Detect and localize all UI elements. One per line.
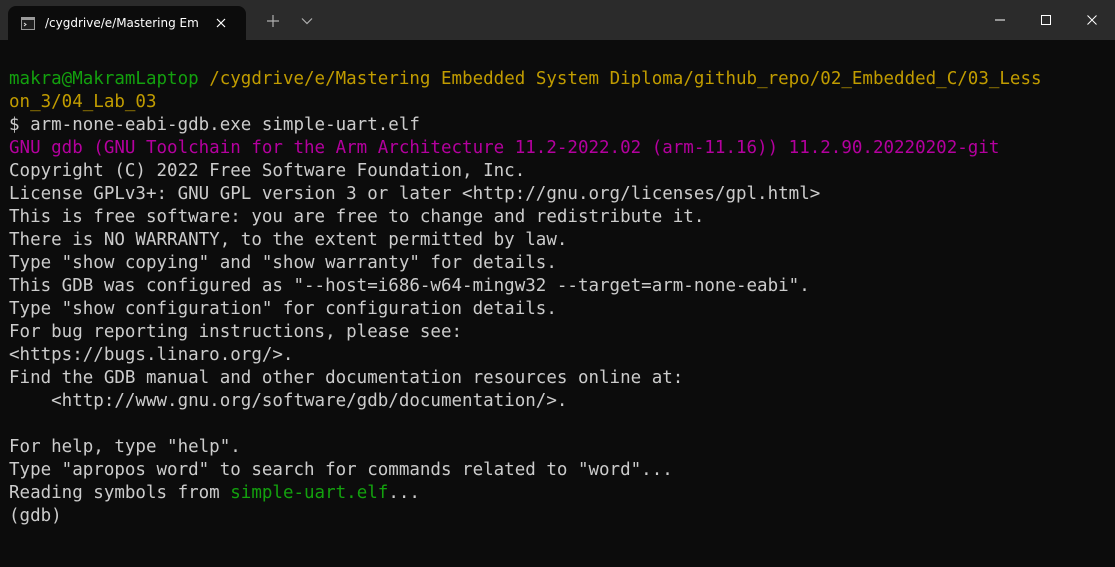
plus-icon — [267, 15, 279, 27]
tab-close-button[interactable] — [210, 12, 232, 34]
gdb-prompt[interactable]: (gdb) — [9, 505, 1109, 528]
chevron-down-icon — [301, 18, 313, 25]
reading-symbols-line: Reading symbols from simple-uart.elf... — [9, 482, 1109, 505]
output-line: Type "show copying" and "show warranty" … — [9, 253, 557, 273]
title-bar: /cygdrive/e/Mastering Embedded — [0, 0, 1115, 40]
gdb-output: Copyright (C) 2022 Free Software Foundat… — [9, 160, 1109, 482]
output-line: For help, type "help". — [9, 437, 241, 457]
terminal-output[interactable]: makra@MakramLaptop /cygdrive/e/Mastering… — [0, 40, 1115, 567]
close-window-button[interactable] — [1069, 0, 1115, 40]
reading-file: simple-uart.elf — [230, 483, 389, 503]
output-line: For bug reporting instructions, please s… — [9, 322, 463, 342]
tab-terminal[interactable]: /cygdrive/e/Mastering Embedded — [8, 6, 246, 40]
prompt-line: makra@MakramLaptop /cygdrive/e/Mastering… — [9, 68, 1109, 91]
output-line: <http://www.gnu.org/software/gdb/documen… — [9, 391, 568, 411]
output-line: <https://bugs.linaro.org/>. — [9, 345, 294, 365]
output-line: Copyright (C) 2022 Free Software Foundat… — [9, 161, 526, 181]
new-tab-dropdown-button[interactable] — [295, 9, 319, 33]
output-line: Find the GDB manual and other documentat… — [9, 368, 684, 388]
prompt-line-wrap: on_3/04_Lab_03 — [9, 91, 1109, 114]
tab-title: /cygdrive/e/Mastering Embedded — [45, 16, 198, 30]
terminal-window: /cygdrive/e/Mastering Embedded — [0, 0, 1115, 567]
maximize-icon — [1041, 15, 1051, 25]
output-line: License GPLv3+: GNU GPL version 3 or lat… — [9, 184, 821, 204]
output-line: There is NO WARRANTY, to the extent perm… — [9, 230, 568, 250]
new-tab-button[interactable] — [261, 9, 285, 33]
minimize-button[interactable] — [977, 0, 1023, 40]
gdb-banner: GNU gdb (GNU Toolchain for the Arm Archi… — [9, 138, 1000, 158]
prompt-user: makra@MakramLaptop — [9, 69, 199, 89]
output-line: This is free software: you are free to c… — [9, 207, 705, 227]
close-icon — [216, 18, 226, 28]
reading-suffix: ... — [388, 483, 420, 503]
output-line: Type "apropos word" to search for comman… — [9, 460, 673, 480]
terminal-lines: makra@MakramLaptop /cygdrive/e/Mastering… — [9, 68, 1109, 528]
output-line: This GDB was configured as "--host=i686-… — [9, 276, 810, 296]
prompt-path-continued: on_3/04_Lab_03 — [9, 92, 157, 112]
output-line: Type "show configuration" for configurat… — [9, 299, 557, 319]
reading-prefix: Reading symbols from — [9, 483, 231, 503]
close-icon — [1087, 15, 1097, 25]
minimize-icon — [995, 19, 1005, 21]
prompt-path: /cygdrive/e/Mastering Embedded System Di… — [209, 69, 1042, 89]
command-line: $ arm-none-eabi-gdb.exe simple-uart.elf — [9, 115, 420, 135]
maximize-button[interactable] — [1023, 0, 1069, 40]
terminal-icon — [21, 15, 35, 30]
